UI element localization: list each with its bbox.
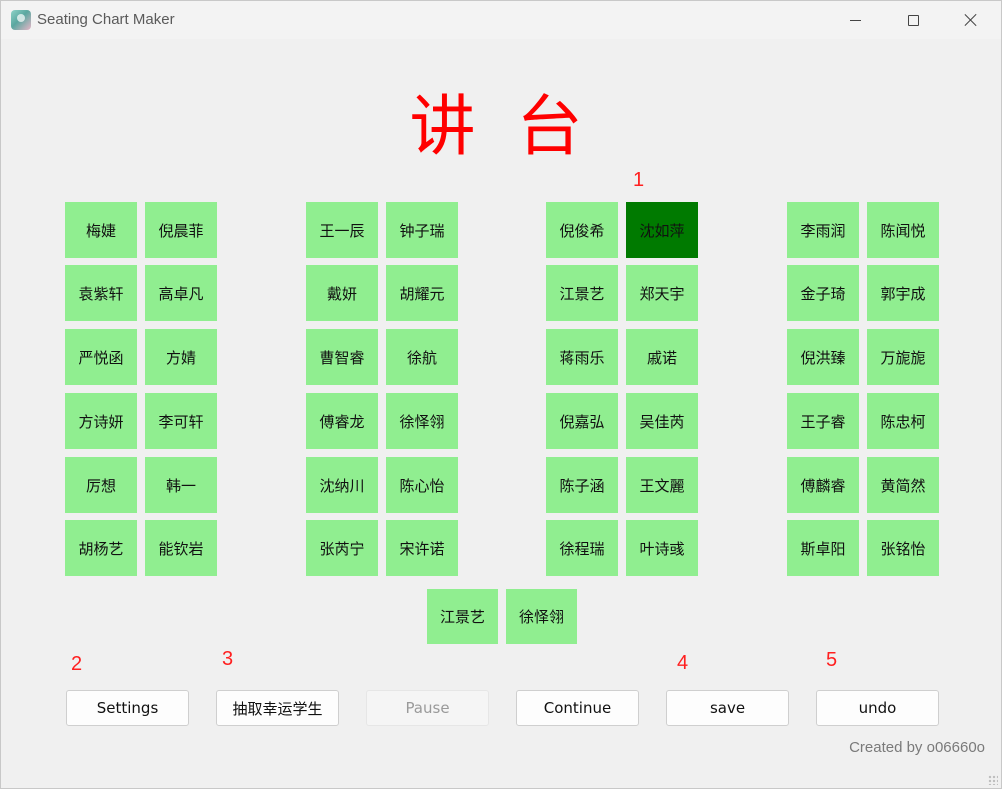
seat[interactable]: 胡耀元 [386,265,458,321]
seat[interactable]: 宋许诺 [386,520,458,576]
seat[interactable]: 张芮宁 [306,520,378,576]
seat[interactable]: 韩一 [145,457,217,513]
seat[interactable]: 胡杨艺 [65,520,137,576]
seat[interactable]: 张铭怡 [867,520,939,576]
maximize-button[interactable] [883,1,943,39]
seat[interactable]: 李雨润 [787,202,859,258]
seat[interactable]: 曹智睿 [306,329,378,385]
seat[interactable]: 戴妍 [306,265,378,321]
seat[interactable]: 梅婕 [65,202,137,258]
minimize-icon [849,19,861,21]
seat[interactable]: 李可轩 [145,393,217,449]
annotation-5: 5 [826,649,838,671]
seat[interactable]: 方诗妍 [65,393,137,449]
seat[interactable]: 戚诺 [626,329,698,385]
draw-lucky-student-button[interactable]: 抽取幸运学生 [216,690,339,726]
podium-label: 讲 台 [409,88,593,165]
annotation-1: 1 [633,169,645,191]
close-icon [964,13,978,27]
app-window: Seating Chart Maker 讲 台 梅婕 倪晨菲 袁紫轩 高卓凡 严悦函 方婧… [0,0,1002,789]
continue-button[interactable]: Continue [516,690,639,726]
seat[interactable]: 王文麗 [626,457,698,513]
save-button[interactable]: save [666,690,789,726]
title-bar[interactable]: Seating Chart Maker [1,1,1001,39]
minimize-button[interactable] [825,1,885,39]
seat-extra[interactable]: 江景艺 [427,589,498,644]
seat[interactable]: 沈纳川 [306,457,378,513]
seat[interactable]: 郑天宇 [626,265,698,321]
seat[interactable]: 陈忠柯 [867,393,939,449]
seat[interactable]: 陈心怡 [386,457,458,513]
settings-button[interactable]: Settings [66,690,189,726]
seat[interactable]: 陈子涵 [546,457,618,513]
seat[interactable]: 万旎旎 [867,329,939,385]
seat[interactable]: 倪嘉弘 [546,393,618,449]
seat[interactable]: 沈如萍 [626,202,698,258]
seat[interactable]: 徐怿翎 [386,393,458,449]
annotation-4: 4 [677,652,689,674]
window-title: Seating Chart Maker [37,11,175,28]
seat[interactable]: 陈闻悦 [867,202,939,258]
pause-button[interactable]: Pause [366,690,489,726]
seat[interactable]: 王一辰 [306,202,378,258]
credit-text: Created by o06660o [849,739,985,756]
annotation-3: 3 [222,648,234,670]
seat[interactable]: 徐航 [386,329,458,385]
seat[interactable]: 斯卓阳 [787,520,859,576]
close-button[interactable] [941,1,1001,39]
seat[interactable]: 倪晨菲 [145,202,217,258]
undo-button[interactable]: undo [816,690,939,726]
seat-extra[interactable]: 徐怿翎 [506,589,577,644]
seat[interactable]: 袁紫轩 [65,265,137,321]
seat[interactable]: 金子琦 [787,265,859,321]
seat[interactable]: 徐程瑞 [546,520,618,576]
annotation-2: 2 [71,653,83,675]
seat[interactable]: 傅麟睿 [787,457,859,513]
seat[interactable]: 倪俊希 [546,202,618,258]
seat[interactable]: 严悦函 [65,329,137,385]
seat[interactable]: 高卓凡 [145,265,217,321]
seat[interactable]: 叶诗彧 [626,520,698,576]
seat[interactable]: 钟子瑞 [386,202,458,258]
seat[interactable]: 王子睿 [787,393,859,449]
seat[interactable]: 黄简然 [867,457,939,513]
seat[interactable]: 方婧 [145,329,217,385]
seat[interactable]: 傅睿龙 [306,393,378,449]
maximize-icon [907,14,919,26]
seat[interactable]: 蒋雨乐 [546,329,618,385]
resize-grip-icon[interactable] [988,775,998,785]
seat[interactable]: 江景艺 [546,265,618,321]
seat[interactable]: 厉想 [65,457,137,513]
seat[interactable]: 郭宇成 [867,265,939,321]
seat[interactable]: 能钦岩 [145,520,217,576]
seat[interactable]: 吴佳芮 [626,393,698,449]
seat[interactable]: 倪洪臻 [787,329,859,385]
app-icon [11,10,31,30]
